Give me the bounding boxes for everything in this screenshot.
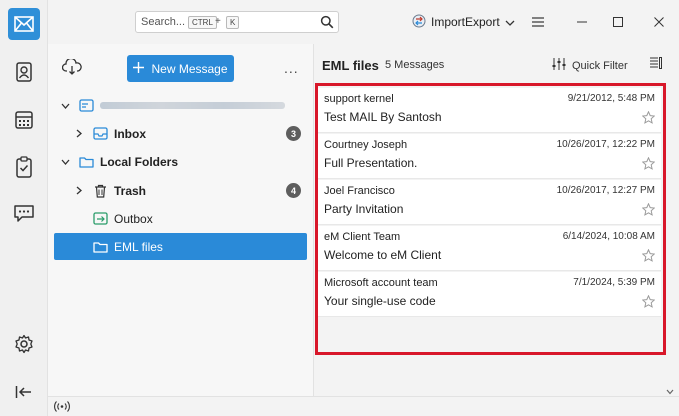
star-icon[interactable] [641,110,656,127]
calendar-icon[interactable] [12,108,36,132]
folder-trash[interactable]: Trash 4 [54,177,307,204]
trash-icon [92,184,108,198]
message-row[interactable]: Courtney Joseph 10/26/2017, 12:22 PM Ful… [318,134,661,179]
search-input[interactable]: Search... CTRL + K [135,11,339,33]
chevron-down-icon[interactable] [58,103,72,109]
folder-label: Outbox [114,211,153,226]
outbox-icon [92,212,108,226]
unread-count-badge: 3 [286,126,301,141]
message-sender: Courtney Joseph [324,139,408,151]
mail-app-icon[interactable] [8,8,40,40]
folder-label: Local Folders [100,154,179,169]
hamburger-menu-icon[interactable] [528,12,548,32]
message-sender: Microsoft account team [324,277,438,289]
message-count: 5 Messages [385,59,445,71]
star-icon[interactable] [641,294,656,311]
shortcut-plus: + [215,16,221,27]
folder-panel: New Message ... Inbox 3 Local Folders Tr… [48,44,314,396]
maximize-button[interactable] [608,12,628,32]
message-date: 10/26/2017, 12:22 PM [556,139,655,150]
folder-eml-files[interactable]: EML files [54,233,307,260]
star-icon[interactable] [641,248,656,265]
star-icon[interactable] [641,202,656,219]
account-email-redacted [100,102,285,109]
folder-label: EML files [114,239,163,254]
chevron-down-icon[interactable] [58,159,72,165]
plus-icon [133,61,145,76]
message-subject: Test MAIL By Santosh [324,110,442,124]
new-message-label: New Message [151,61,228,76]
chevron-down-icon [505,15,515,29]
account-name: ImportExport [431,15,500,29]
layout-options-icon[interactable] [650,57,662,72]
folder-icon [78,155,94,169]
message-row[interactable]: Joel Francisco 10/26/2017, 12:27 PM Part… [318,180,661,225]
account-mail-icon [78,99,94,113]
folder-outbox[interactable]: Outbox [54,205,307,232]
shortcut-k-key: K [226,16,240,29]
close-button[interactable] [649,12,669,32]
message-subject: Party Invitation [324,202,404,216]
more-options-button[interactable]: ... [284,60,299,76]
message-row[interactable]: eM Client Team 6/14/2024, 10:08 AM Welco… [318,226,661,271]
list-title: EML files [322,58,379,73]
status-bar [48,396,679,416]
message-sender: Joel Francisco [324,185,395,197]
new-message-button[interactable]: New Message [127,55,234,82]
message-row[interactable]: Microsoft account team 7/1/2024, 5:39 PM… [318,272,661,317]
message-date: 10/26/2017, 12:27 PM [556,185,655,196]
top-bar: Search... CTRL + K ImportExport [48,0,679,44]
star-icon[interactable] [641,156,656,173]
message-subject: Your single-use code [324,294,436,308]
collapse-panel-icon[interactable] [12,380,36,404]
chat-icon[interactable] [12,202,36,226]
chevron-right-icon[interactable] [72,129,86,138]
chevron-right-icon[interactable] [72,186,86,195]
message-subject: Full Presentation. [324,156,418,170]
message-list-header: EML files 5 Messages Quick Filter [314,44,679,84]
tasks-icon[interactable] [12,155,36,179]
filter-sliders-icon [552,58,566,73]
shortcut-ctrl-key: CTRL [188,16,217,29]
unread-count-badge: 4 [286,183,301,198]
inbox-icon [92,127,108,141]
folder-inbox[interactable]: Inbox 3 [54,120,307,147]
message-subject: Welcome to eM Client [324,248,442,262]
search-placeholder: Search... [141,16,186,28]
cloud-download-icon[interactable] [61,57,82,78]
folder-label: Trash [114,183,147,198]
account-switcher[interactable]: ImportExport [412,13,515,31]
message-date: 9/21/2012, 5:48 PM [567,93,655,104]
message-row[interactable]: support kernel 9/21/2012, 5:48 PM Test M… [318,88,661,133]
quick-filter-label: Quick Filter [572,59,628,72]
folder-label: Inbox [114,126,146,141]
message-sender: eM Client Team [324,231,401,243]
message-date: 6/14/2024, 10:08 AM [562,231,655,242]
message-list-panel: EML files 5 Messages Quick Filter suppor… [314,44,679,396]
navigation-rail [0,0,48,416]
folder-local-folders[interactable]: Local Folders [54,148,307,175]
search-icon[interactable] [320,15,334,32]
folder-account[interactable] [54,92,307,119]
message-sender: support kernel [324,93,394,105]
folder-icon [92,240,108,254]
minimize-button[interactable] [572,12,592,32]
import-export-icon [412,14,426,31]
message-date: 7/1/2024, 5:39 PM [573,277,655,288]
online-status-icon[interactable] [54,401,70,415]
quick-filter-button[interactable]: Quick Filter [552,58,628,73]
settings-gear-icon[interactable] [12,332,36,356]
contacts-icon[interactable] [12,60,36,84]
